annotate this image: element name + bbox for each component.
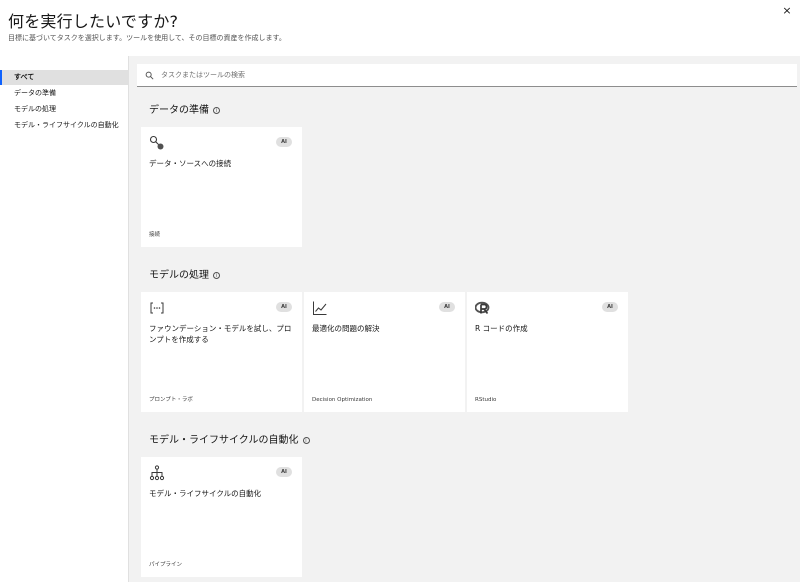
page-subtitle: 目標に基づいてタスクを選択します。ツールを使用して、その目標の資産を作成します。 [8,34,286,42]
section-title-label: モデルの処理 [149,270,209,281]
ai-badge: AI [276,467,292,477]
main-content: データの準備 i AI データ・ソースへの接続 接続 モデルの処理 i AI ファウ… [129,56,800,582]
prompt-lab-icon [150,302,164,314]
card-pipelines[interactable]: AI モデル・ライフサイクルの自動化 パイプライン [141,457,302,577]
section-title-label: データの準備 [149,105,209,116]
ai-badge: AI [276,137,292,147]
card-title: 最適化の問題の解決 [312,324,380,333]
connection-icon [149,135,164,150]
card-title: モデル・ライフサイクルの自動化 [149,489,262,498]
ai-badge: AI [439,302,455,312]
header: 何を実行したいですか? 目標に基づいてタスクを選択します。ツールを使用して、その… [0,0,800,56]
card-decision-optimization[interactable]: AI 最適化の問題の解決 Decision Optimization [304,292,465,412]
card-title: R コードの作成 [475,324,528,333]
information-icon[interactable]: i [213,107,220,114]
card-footer: プロンプト・ラボ [149,397,193,403]
card-rstudio[interactable]: AI R コードの作成 RStudio [467,292,628,412]
section-title-lifecycle-automation: モデル・ライフサイクルの自動化 i [149,431,310,446]
card-connect-data-source[interactable]: AI データ・ソースへの接続 接続 [141,127,302,247]
card-footer: Decision Optimization [312,397,373,403]
sidebar: すべて データの準備 モデルの処理 モデル・ライフサイクルの自動化 [0,56,129,582]
pipeline-icon [149,465,165,481]
search-bar[interactable] [137,64,797,87]
search-input[interactable] [161,64,761,86]
search-icon [145,71,154,80]
card-footer: パイプライン [149,562,183,568]
section-title-model-work: モデルの処理 i [149,266,220,281]
section-title-data-prep: データの準備 i [149,101,220,116]
page-title: 何を実行したいですか? [8,12,179,31]
card-title: データ・ソースへの接続 [149,159,232,168]
r-language-icon [475,301,490,315]
card-prompt-lab[interactable]: AI ファウンデーション・モデルを試し、プロンプトを作成する プロンプト・ラボ [141,292,302,412]
chart-line-icon [313,301,327,315]
sidebar-item-lifecycle-automation[interactable]: モデル・ライフサイクルの自動化 [0,118,128,133]
ai-badge: AI [602,302,618,312]
card-footer: RStudio [475,397,497,403]
ai-badge: AI [276,302,292,312]
sidebar-item-model-work[interactable]: モデルの処理 [0,102,128,117]
information-icon[interactable]: i [213,272,220,279]
sidebar-item-all[interactable]: すべて [0,70,128,85]
section-title-label: モデル・ライフサイクルの自動化 [149,435,299,446]
card-footer: 接続 [149,232,161,238]
sidebar-item-data-prep[interactable]: データの準備 [0,86,128,101]
card-title: ファウンデーション・モデルを試し、プロンプトを作成する [149,324,292,344]
close-icon[interactable]: × [780,4,794,18]
information-icon[interactable]: i [302,437,310,444]
